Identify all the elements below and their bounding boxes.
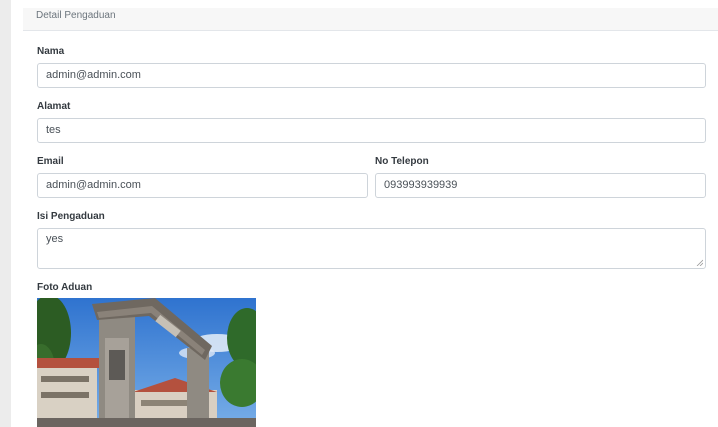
building-gate-photo xyxy=(37,298,256,427)
isi-pengaduan-text: yes xyxy=(46,233,64,245)
no-telepon-label: No Telepon xyxy=(375,156,429,167)
alamat-label: Alamat xyxy=(37,101,71,112)
alamat-field[interactable]: tes xyxy=(37,118,706,143)
nama-field[interactable]: admin@admin.com xyxy=(37,63,706,88)
top-gap xyxy=(11,0,718,8)
sidebar-edge xyxy=(0,0,11,427)
nama-label: Nama xyxy=(37,46,65,57)
isi-pengaduan-label: Isi Pengaduan xyxy=(37,211,105,222)
card-header: Detail Pengaduan xyxy=(23,8,718,31)
complaint-photo xyxy=(37,298,256,427)
email-field[interactable]: admin@admin.com xyxy=(37,173,368,198)
card-header-title: Detail Pengaduan xyxy=(36,10,116,21)
foto-aduan-label: Foto Aduan xyxy=(37,282,93,293)
email-label: Email xyxy=(37,156,64,167)
resize-handle-icon[interactable] xyxy=(696,259,703,266)
no-telepon-field[interactable]: 093993939939 xyxy=(375,173,706,198)
isi-pengaduan-textarea[interactable]: yes xyxy=(37,228,706,269)
